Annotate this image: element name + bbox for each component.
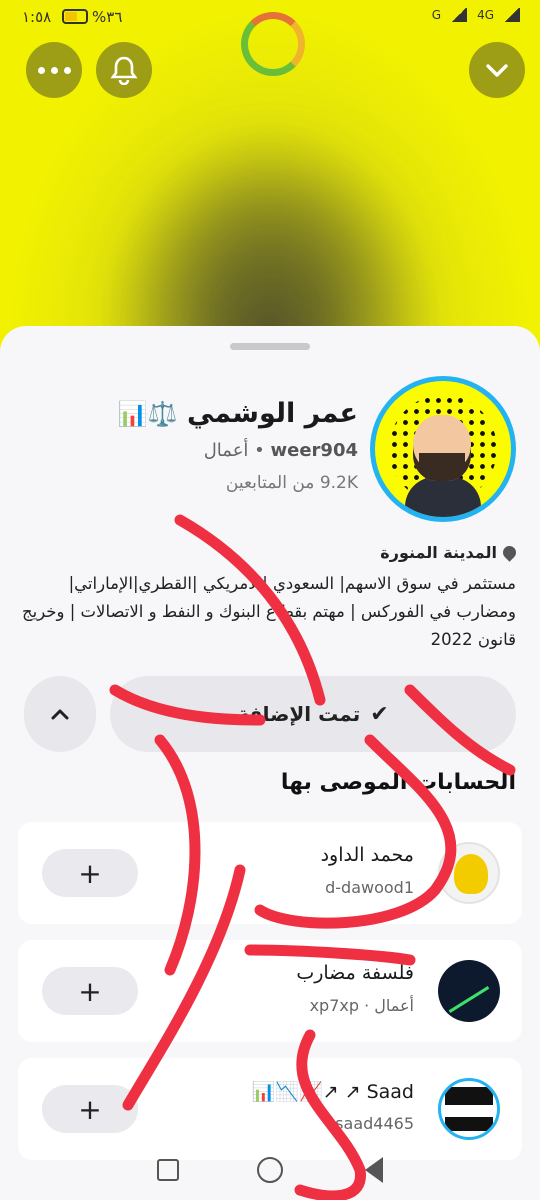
home-icon[interactable] [257,1157,283,1183]
add-friend-button[interactable]: + [42,1085,138,1133]
expand-button[interactable] [24,676,96,752]
notification-bell-button[interactable] [96,42,152,98]
follower-count: 9.2K من المتابعين [225,473,358,493]
system-nav-bar [0,1140,540,1200]
loading-spinner-icon [241,12,305,76]
recommended-title: الحسابات الموصى بها [280,770,516,795]
recent-apps-icon[interactable] [157,1159,179,1181]
bell-icon [110,56,138,85]
profile-username-line: weer904 • أعمال [203,440,359,461]
recommended-card[interactable]: فلسفة مضارب أعمال · xp7xp + [18,940,522,1042]
chevron-up-icon [51,709,69,720]
more-options-button[interactable] [26,42,82,98]
profile-username: weer904 [270,440,359,461]
bitmoji-suit [405,477,481,517]
snapcode-avatar[interactable] [370,376,516,522]
chevron-down-icon [486,64,508,77]
profile-bio: مستثمر في سوق الاسهم| السعودي |الامريكي … [21,574,516,649]
recommended-card[interactable]: محمد الداود d-dawood1 + [18,822,522,924]
recommended-handle: saad4465 [335,1114,414,1133]
signal-icon-2 [504,8,520,22]
drag-handle[interactable] [230,343,310,350]
profile-name: عمر الوشمي ⚖️📊 [117,398,358,429]
more-horizontal-icon [37,66,45,74]
recommended-avatar [438,842,500,904]
added-label: تمت الإضافة [237,702,361,726]
network-label: 4G [477,8,494,22]
location-label: المدينة المنورة [380,543,497,562]
checkmark-icon: ✔ [370,701,389,727]
added-friend-button[interactable]: ✔ تمت الإضافة [110,676,516,752]
recommended-handle: أعمال · xp7xp [309,996,414,1015]
wifi-label: G [431,8,442,22]
recommended-avatar [438,1078,500,1140]
add-friend-button[interactable]: + [42,967,138,1015]
bitmoji-beard [419,453,465,479]
signal-icon [451,8,468,22]
recommended-handle: d-dawood1 [325,878,414,897]
profile-category: أعمال [203,440,249,461]
battery-percent: %٣٦ [92,8,123,26]
status-time: ١:٥٨ [22,8,52,26]
recommended-name: محمد الداود [320,844,414,866]
profile-sheet: عمر الوشمي ⚖️📊 weer904 • أعمال 9.2K من ا… [0,326,540,1200]
recommended-name: فلسفة مضارب [296,962,414,984]
location-pin-icon [500,543,519,562]
back-icon[interactable] [365,1157,383,1183]
battery-icon [62,9,88,24]
location: المدينة المنورة [380,543,519,562]
recommended-avatar [438,960,500,1022]
recommended-name: Saad ↗ ↗📈📉📊 [251,1081,414,1103]
add-friend-button[interactable]: + [42,849,138,897]
close-profile-button[interactable] [469,42,525,98]
